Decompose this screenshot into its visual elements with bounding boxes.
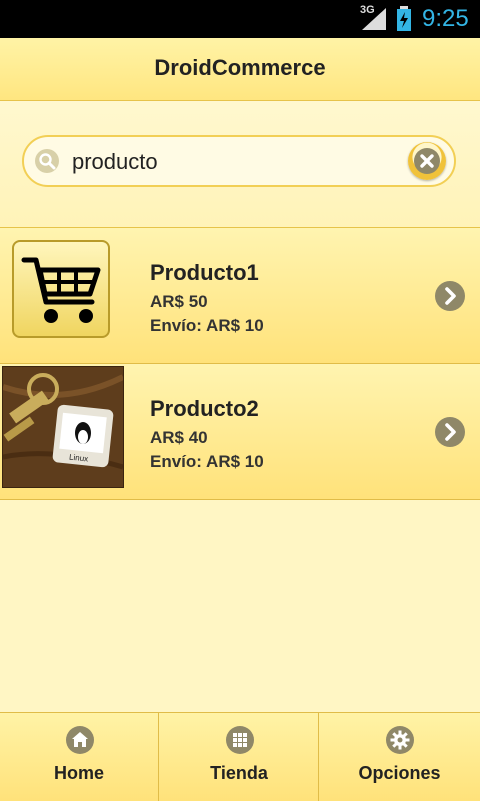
product-price: AR$ 50 [150, 292, 208, 311]
product-list: Producto1 AR$ 50 Envío: AR$ 10 Linux Pro… [0, 228, 480, 500]
signal-icon [362, 8, 386, 30]
app-header: DroidCommerce [0, 38, 480, 101]
search-input[interactable] [70, 145, 404, 179]
search-box [22, 135, 456, 187]
page-title: DroidCommerce [154, 55, 326, 80]
product-price: AR$ 40 [150, 428, 208, 447]
product-thumbnail [12, 240, 110, 338]
search-area [0, 101, 480, 228]
close-icon [414, 148, 440, 174]
gear-icon [386, 726, 414, 754]
nav-home-label: Home [53, 763, 104, 783]
search-icon [35, 149, 59, 173]
status-bar: 3G 9:25 [0, 0, 480, 38]
nav-home[interactable]: Home [0, 713, 159, 801]
shopping-cart-icon [12, 240, 110, 338]
product-item-2[interactable]: Linux Producto2 AR$ 40 Envío: AR$ 10 [0, 364, 480, 500]
product-name: Producto1 [150, 260, 259, 285]
clock: 9:25 [422, 5, 469, 32]
product-shipping: Envío: AR$ 10 [150, 316, 264, 335]
chevron-right-icon[interactable] [434, 416, 466, 448]
nav-opciones[interactable]: Opciones [320, 713, 479, 801]
home-icon [66, 726, 94, 754]
grid-icon [226, 726, 254, 754]
product-item-1[interactable]: Producto1 AR$ 50 Envío: AR$ 10 [0, 228, 480, 364]
product-name: Producto2 [150, 396, 259, 421]
clear-search-button[interactable] [408, 142, 446, 180]
bottom-nav: Home Tienda Opciones [0, 712, 480, 801]
linux-keychain-photo: Linux [2, 366, 125, 488]
chevron-right-icon[interactable] [434, 280, 466, 312]
nav-tienda[interactable]: Tienda [160, 713, 319, 801]
product-shipping: Envío: AR$ 10 [150, 452, 264, 471]
nav-opciones-label: Opciones [358, 763, 441, 783]
battery-icon [397, 6, 411, 31]
nav-tienda-label: Tienda [210, 763, 268, 783]
